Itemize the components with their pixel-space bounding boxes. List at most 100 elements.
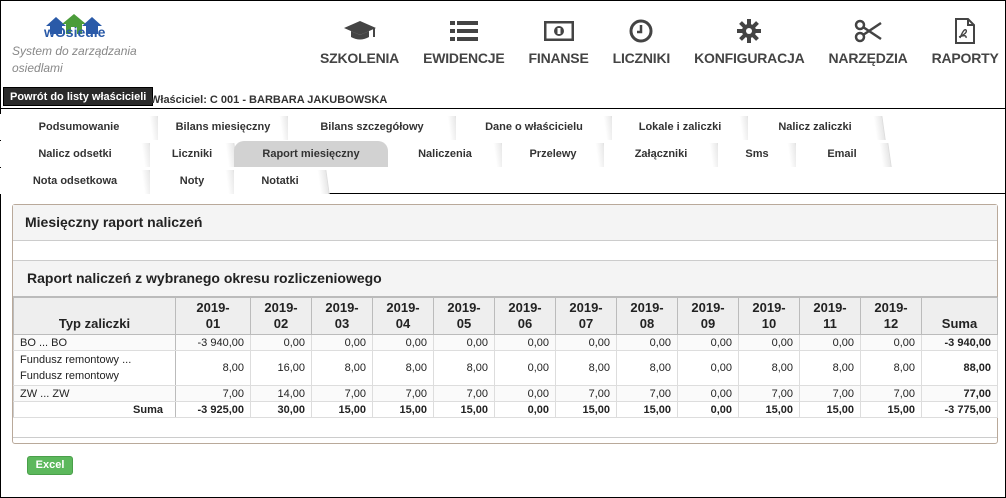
col-header-month: 2019- 12 [860,297,922,335]
month-value-cell: 0,00 [555,334,617,351]
row-sum-cell: 77,00 [921,385,998,402]
nav-ewidencje[interactable]: EWIDENCJE [423,18,505,68]
table-row: Fundusz remontowy ... Fundusz remontowy 8… [13,350,998,386]
nav-narzedzia[interactable]: NARZĘDZIA [829,18,908,68]
tab-row-1: Podsumowanie Bilans miesięczny Bilans sz… [0,114,882,140]
col-header-month: 2019- 11 [799,297,861,335]
nav-liczniki[interactable]: LICZNIKI [612,18,671,68]
month-value-cell: 0,00 [677,334,739,351]
header: wOsiedle System do zarządzania osiedlami… [0,0,1006,86]
month-value-cell: 30,00 [250,401,312,418]
logo-text[interactable]: wOsiedle [44,24,105,40]
month-value-cell: 14,00 [250,385,312,402]
tab-liczniki[interactable]: Liczniki [150,141,234,167]
month-value-cell: 15,00 [555,401,617,418]
month-value-cell: 15,00 [372,401,434,418]
table-body: BO ... BO -3 940,00 0,00 0,00 0,00 0,00 0,00 0,… [13,334,998,418]
tab-bilans-miesieczny[interactable]: Bilans miesięczny [158,114,288,140]
nav-label: KONFIGURACJA [694,50,805,66]
list-icon [449,18,478,44]
col-header-sum: Suma [921,297,998,335]
gear-icon [737,18,762,44]
month-value-cell: 15,00 [433,401,495,418]
col-header-month: 2019- 07 [555,297,617,335]
month-value-cell: 7,00 [175,385,251,402]
tab-email[interactable]: Email [796,141,888,167]
tab-raport-miesieczny[interactable]: Raport miesięczny [234,141,388,167]
month-value-cell: 0,00 [677,350,739,386]
nav-label: RAPORTY [931,50,999,66]
nav-konfiguracja[interactable]: KONFIGURACJA [694,18,805,68]
clock-icon [629,18,653,44]
month-value-cell: 0,00 [494,401,556,418]
money-icon [543,18,574,44]
excel-export-button[interactable]: Excel [27,456,73,475]
tab-nalicz-zaliczki[interactable]: Nalicz zaliczki [748,114,882,140]
month-value-cell: 8,00 [799,350,861,386]
tab-nalicz-odsetki[interactable]: Nalicz odsetki [0,141,150,167]
month-value-cell: 0,00 [616,334,678,351]
month-value-cell: 0,00 [311,334,373,351]
back-to-owners-button[interactable]: Powrót do listy właścicieli [3,87,154,106]
month-value-cell: 8,00 [860,350,922,386]
scissors-icon [854,18,882,44]
col-header-month: 2019- 05 [433,297,495,335]
tab-dane-o-wlascicielu[interactable]: Dane o właścicielu [456,114,612,140]
month-value-cell: 0,00 [860,334,922,351]
nav-label: SZKOLENIA [320,50,400,66]
col-header-month: 2019- 02 [250,297,312,335]
tab-noty[interactable]: Noty [150,168,234,194]
row-type-cell: Fundusz remontowy ... Fundusz remontowy [13,350,176,386]
owner-info: Właściciel: C 001 - BARBARA JAKUBOWSKA [150,94,387,106]
month-value-cell: 8,00 [738,350,800,386]
col-header-month: 2019- 10 [738,297,800,335]
nav-label: LICZNIKI [612,50,671,66]
month-value-cell: -3 940,00 [175,334,251,351]
month-value-cell: 7,00 [738,385,800,402]
month-value-cell: 8,00 [175,350,251,386]
nav-szkolenia[interactable]: SZKOLENIA [320,18,399,68]
owner-bar: Powrót do listy właścicieli Właściciel: … [0,86,1006,109]
tab-sms[interactable]: Sms [718,141,796,167]
col-header-type: Typ zaliczki [13,297,176,335]
tab-przelewy[interactable]: Przelewy [502,141,604,167]
month-value-cell: 0,00 [677,385,739,402]
nav-raporty[interactable]: RAPORTY [932,18,999,68]
month-value-cell: 0,00 [433,334,495,351]
month-value-cell: 7,00 [799,385,861,402]
month-value-cell: 0,00 [250,334,312,351]
month-value-cell: 15,00 [860,401,922,418]
col-header-month: 2019- 03 [311,297,373,335]
month-value-cell: 0,00 [494,385,556,402]
tab-lokale-i-zaliczki[interactable]: Lokale i zaliczki [612,114,748,140]
nav-finanse[interactable]: FINANSE [529,18,589,68]
tab-bilans-szczegolowy[interactable]: Bilans szczegółowy [288,114,456,140]
col-header-month: 2019- 09 [677,297,739,335]
panel-title: Miesięczny raport naliczeń [13,205,997,241]
tab-row-3: Nota odsetkowa Noty Notatki [0,168,326,194]
table-header-row: Typ zaliczki 2019- 01 2019- 02 2019- 03 201… [13,297,998,335]
row-type-cell: BO ... BO [13,334,176,351]
col-header-month: 2019- 08 [616,297,678,335]
month-value-cell: 8,00 [555,350,617,386]
table-row: BO ... BO -3 940,00 0,00 0,00 0,00 0,00 0,00 0,… [13,334,998,351]
month-value-cell: 16,00 [250,350,312,386]
month-value-cell: 8,00 [311,350,373,386]
tab-podsumowanie[interactable]: Podsumowanie [0,114,158,140]
tab-zalaczniki[interactable]: Załączniki [604,141,718,167]
month-value-cell: 8,00 [372,350,434,386]
month-value-cell: 0,00 [372,334,434,351]
col-header-month: 2019- 04 [372,297,434,335]
tab-nota-odsetkowa[interactable]: Nota odsetkowa [0,168,150,194]
tab-naliczenia[interactable]: Naliczenia [388,141,502,167]
owner-value: C 001 - BARBARA JAKUBOWSKA [209,94,388,106]
month-value-cell: 7,00 [311,385,373,402]
month-value-cell: 0,00 [494,350,556,386]
month-value-cell: 15,00 [738,401,800,418]
month-value-cell: 7,00 [616,385,678,402]
nav-label: NARZĘDZIA [828,50,908,66]
tab-notatki[interactable]: Notatki [234,168,326,194]
col-header-month: 2019- 06 [494,297,556,335]
table-total-row: Suma -3 925,00 30,00 15,00 15,00 15,00 0,00 15,… [13,401,998,418]
row-sum-cell: -3 940,00 [921,334,998,351]
